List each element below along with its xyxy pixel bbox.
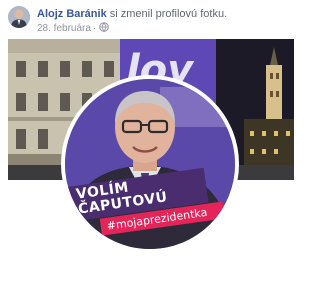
post-action-text: si zmenil profilovú fotku. bbox=[109, 8, 228, 20]
post-meta: 28. februára · bbox=[37, 22, 110, 35]
globe-icon[interactable] bbox=[99, 22, 110, 35]
profile-photo[interactable]: VOLÍM ČAPUTOVÚ #mojaprezidentka bbox=[61, 75, 239, 253]
post-header: Alojz Baránik si zmenil profilovú fotku.… bbox=[8, 5, 296, 35]
author-name-link[interactable]: Alojz Baránik bbox=[37, 8, 107, 20]
post-date-link[interactable]: 28. februára bbox=[37, 23, 91, 34]
meta-separator: · bbox=[92, 23, 97, 34]
post-headline: Alojz Baránik si zmenil profilovú fotku. bbox=[37, 8, 227, 20]
author-avatar[interactable] bbox=[8, 6, 30, 28]
